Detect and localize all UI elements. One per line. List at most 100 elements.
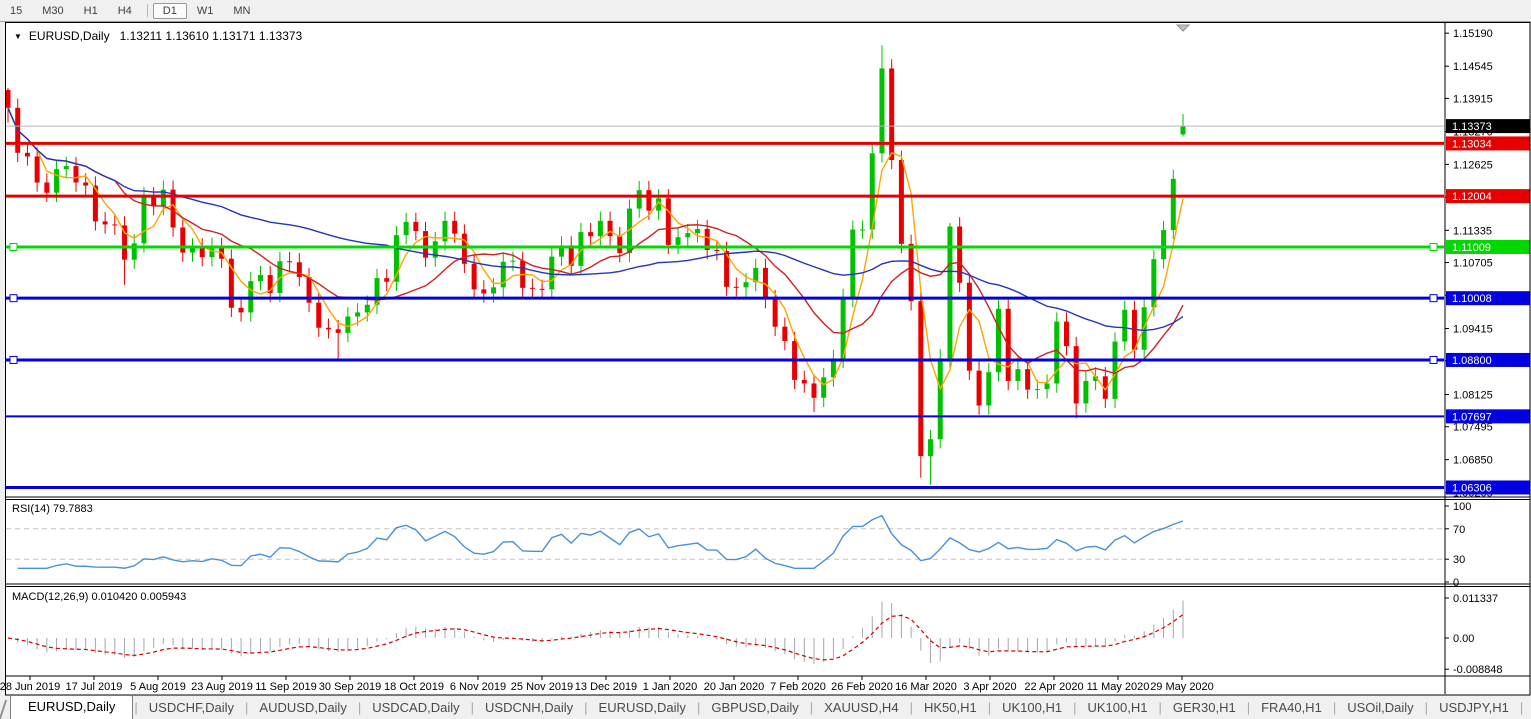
candle-body (345, 316, 350, 332)
candle-body (850, 230, 855, 299)
mt4-window: 1.151901.145451.139151.132701.126251.119… (0, 0, 1531, 719)
candle-body (6, 90, 11, 108)
date-tick-label: 6 Nov 2019 (450, 681, 506, 693)
chart-tab-dj30-h1[interactable]: DJ30,H1 (1524, 697, 1531, 719)
tab-strip-edge (0, 700, 7, 719)
price-level-tag: 1.07697 (1446, 409, 1530, 423)
macd-tick-label: -0.008848 (1453, 664, 1503, 676)
line-handle-left[interactable] (10, 243, 17, 250)
macd-tick-label: 0.011337 (1453, 593, 1498, 605)
price-level-tag-text: 1.13034 (1452, 138, 1492, 150)
date-tick-label: 17 Jul 2019 (66, 681, 123, 693)
candle-body (1064, 322, 1069, 347)
date-tick-label: 16 Mar 2020 (895, 681, 957, 693)
macd-indicator-label: MACD(12,26,9) 0.010420 0.005943 (12, 591, 186, 603)
date-tick-label: 28 Jun 2019 (0, 681, 60, 693)
chart-tab-usoil-daily[interactable]: USOil,Daily (1337, 697, 1423, 719)
price-tick-label: 1.10705 (1453, 258, 1493, 270)
timeframe-button-mn[interactable]: MN (223, 3, 260, 19)
candle-body (413, 222, 418, 231)
candle-body (258, 275, 263, 281)
candle-body (889, 68, 894, 160)
chart-tab-gbpusd-daily[interactable]: GBPUSD,Daily (701, 697, 808, 719)
candle-body (1074, 346, 1079, 403)
candle-body (25, 153, 30, 157)
candle-body (54, 169, 59, 193)
chart-tab-eurusd-daily[interactable]: EURUSD,Daily (10, 696, 133, 719)
price-tick-label: 1.14545 (1453, 61, 1493, 73)
price-tick-label: 1.07495 (1453, 422, 1493, 434)
date-tick-label: 3 Apr 2020 (963, 681, 1016, 693)
line-handle-left[interactable] (10, 295, 17, 302)
price-axis[interactable]: 1.151901.145451.139151.132701.126251.119… (1445, 28, 1493, 499)
date-tick-label: 7 Feb 2020 (770, 681, 826, 693)
candle-body (617, 236, 622, 253)
chart-tab-fra40-h1[interactable]: FRA40,H1 (1251, 697, 1332, 719)
chart-tab-usdcnh-daily[interactable]: USDCNH,Daily (475, 697, 583, 719)
timeframe-button-h4[interactable]: H4 (108, 3, 142, 19)
line-handle-right[interactable] (1430, 356, 1437, 363)
chart-tab-uk100-h1[interactable]: UK100,H1 (1077, 697, 1157, 719)
line-handle-right[interactable] (1430, 295, 1437, 302)
timeframe-toolbar: 15M30H1H4 D1W1MN (0, 0, 1531, 22)
price-level-tag-text: 1.06306 (1452, 482, 1492, 494)
price-tick-label: 1.08125 (1453, 389, 1493, 401)
chart-dropdown-icon[interactable]: ▼ (14, 32, 22, 41)
chart-tab-usdjpy-h1[interactable]: USDJPY,H1 (1429, 697, 1519, 719)
chart-tab-ger30-h1[interactable]: GER30,H1 (1163, 697, 1246, 719)
candle-body (481, 289, 486, 293)
date-tick-label: 29 May 2020 (1150, 681, 1214, 693)
candle-body (239, 308, 244, 313)
price-level-tag: 1.12004 (1446, 189, 1530, 203)
date-tick-label: 13 Dec 2019 (575, 681, 637, 693)
candle-body (821, 377, 826, 397)
date-tick-label: 11 Sep 2019 (255, 681, 317, 693)
price-level-tag: 1.06306 (1446, 480, 1530, 494)
timeframe-button-d1[interactable]: D1 (153, 3, 187, 19)
timeframe-button-m30[interactable]: M30 (32, 3, 73, 19)
candle-body (1025, 369, 1030, 389)
chart-tab-usdchf-daily[interactable]: USDCHF,Daily (139, 697, 244, 719)
candle-body (355, 312, 360, 316)
candle-body (316, 303, 321, 328)
timeframe-button-15[interactable]: 15 (0, 3, 32, 19)
candle-body (909, 244, 914, 301)
candle-body (918, 301, 923, 456)
chart-tab-hk50-h1[interactable]: HK50,H1 (914, 697, 987, 719)
rsi-tick-label: 0 (1453, 577, 1459, 589)
candle-body (1015, 369, 1020, 381)
candle-body (928, 439, 933, 456)
candle-body (472, 264, 477, 290)
chart-tab-audusd-daily[interactable]: AUDUSD,Daily (249, 697, 356, 719)
candle-body (336, 329, 341, 333)
timeframe-button-h1[interactable]: H1 (74, 3, 108, 19)
date-tick-label: 5 Aug 2019 (130, 681, 186, 693)
candle-body (1181, 126, 1186, 134)
candle-body (510, 261, 515, 262)
candle-body (384, 278, 389, 282)
line-handle-left[interactable] (10, 356, 17, 363)
candle-body (938, 358, 943, 439)
candle-body (676, 237, 681, 245)
candle-body (782, 327, 787, 341)
chart-tab-usdcad-daily[interactable]: USDCAD,Daily (362, 697, 469, 719)
candle-body (44, 183, 49, 193)
candle-body (365, 305, 370, 313)
line-handle-right[interactable] (1430, 243, 1437, 250)
candle-body (1122, 310, 1127, 342)
chart-tab-uk100-h1[interactable]: UK100,H1 (992, 697, 1072, 719)
candle-body (666, 198, 671, 245)
candle-body (151, 196, 156, 206)
candle-body (957, 226, 962, 282)
candle-body (83, 183, 88, 186)
candle-body (326, 328, 331, 330)
toolbar-separator (147, 4, 148, 17)
date-tick-label: 23 Aug 2019 (191, 681, 253, 693)
timeframe-button-w1[interactable]: W1 (187, 3, 224, 19)
price-level-tag-text: 1.07697 (1452, 411, 1492, 423)
chart-tab-eurusd-daily[interactable]: EURUSD,Daily (589, 697, 696, 719)
chart-tab-xauusd-h4[interactable]: XAUUSD,H4 (814, 697, 908, 719)
candle-body (646, 190, 651, 210)
chart-ohlc-values: 1.13211 1.13610 1.13171 1.13373 (120, 29, 303, 43)
price-level-tag: 1.08800 (1446, 353, 1530, 367)
